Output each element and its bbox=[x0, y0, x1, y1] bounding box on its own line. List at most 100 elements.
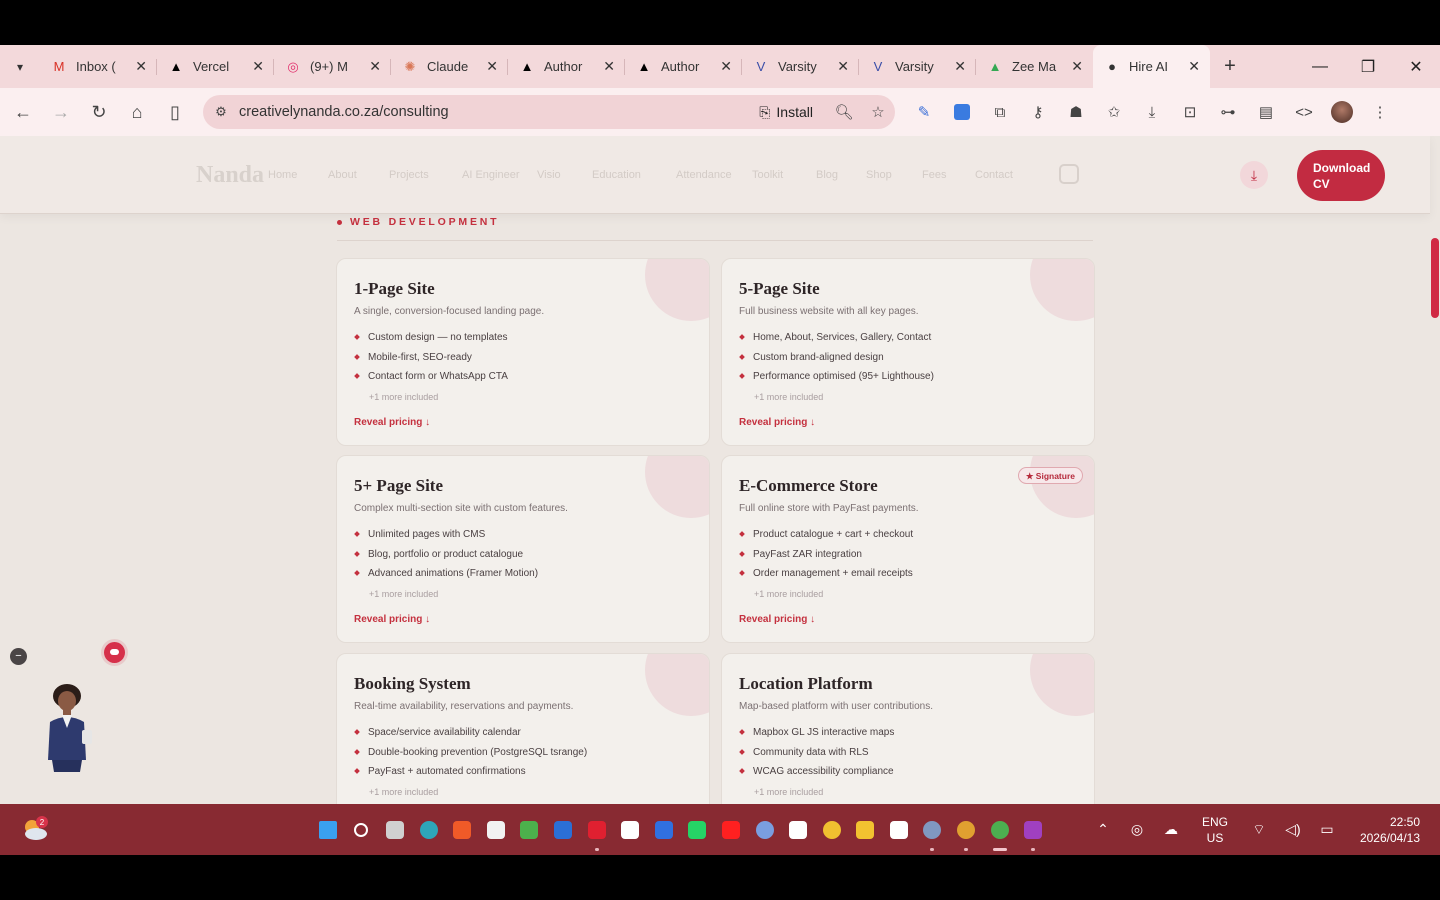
blue-extension-icon[interactable] bbox=[943, 88, 981, 136]
close-window-icon[interactable]: ✕ bbox=[1392, 45, 1440, 88]
nav-link[interactable]: About bbox=[328, 169, 357, 181]
app-grid-icon[interactable] bbox=[513, 804, 547, 855]
password-key-icon[interactable]: ⚷ bbox=[1019, 88, 1057, 136]
url-text[interactable]: creativelynanda.co.za/consulting bbox=[239, 104, 759, 120]
close-tab-icon[interactable]: ✕ bbox=[720, 58, 732, 75]
nav-link[interactable]: Shop bbox=[866, 169, 892, 181]
close-tab-icon[interactable]: ✕ bbox=[1188, 58, 1200, 75]
nav-link[interactable]: Fees bbox=[922, 169, 946, 181]
browser-tab[interactable]: ▲ Author ✕ bbox=[508, 45, 625, 88]
home-icon[interactable]: ⌂ bbox=[118, 93, 156, 131]
nav-link[interactable]: Toolkit bbox=[752, 169, 783, 181]
volume-icon[interactable]: ◁) bbox=[1276, 821, 1310, 838]
sidebar-panel-icon[interactable]: ▤ bbox=[1247, 88, 1285, 136]
bookmark-star-icon[interactable]: ☆ bbox=[861, 103, 895, 121]
screenshot-icon[interactable]: ⊡ bbox=[1171, 88, 1209, 136]
nav-link[interactable]: Education bbox=[592, 169, 641, 181]
nav-link[interactable]: Visio bbox=[537, 169, 561, 181]
minimize-widget-icon[interactable]: − bbox=[10, 648, 27, 665]
language-indicator[interactable]: ENG US bbox=[1188, 814, 1242, 846]
writer-icon[interactable] bbox=[613, 804, 647, 855]
nav-link[interactable]: AI Engineer bbox=[462, 169, 519, 181]
browser-tab[interactable]: ▲ Author ✕ bbox=[625, 45, 742, 88]
close-tab-icon[interactable]: ✕ bbox=[1071, 58, 1083, 75]
install-app-button[interactable]: ⎘ Install bbox=[759, 104, 813, 121]
browser-tab[interactable]: ● Hire AI ✕ bbox=[1093, 45, 1210, 88]
notes-icon[interactable] bbox=[647, 804, 681, 855]
chrome-icon[interactable] bbox=[949, 804, 983, 855]
split-view-icon[interactable]: ▯ bbox=[156, 93, 194, 131]
show-hidden-icons-chevron-icon[interactable]: ⌃ bbox=[1086, 821, 1120, 838]
tray-app-icon[interactable]: ◎ bbox=[1120, 821, 1154, 838]
store-icon[interactable] bbox=[479, 804, 513, 855]
link-icon[interactable]: ⊶ bbox=[1209, 88, 1247, 136]
wifi-icon[interactable]: ⌔ bbox=[1242, 821, 1276, 839]
site-logo[interactable]: Nanda bbox=[196, 162, 264, 189]
download-icon[interactable]: ⤓ bbox=[1133, 88, 1171, 136]
zoom-icon[interactable]: 🔍︎ bbox=[827, 103, 861, 121]
close-tab-icon[interactable]: ✕ bbox=[369, 58, 381, 75]
brave-icon[interactable] bbox=[445, 804, 479, 855]
reveal-pricing-link[interactable]: Reveal pricing ↓ bbox=[354, 417, 430, 428]
browser-menu-icon[interactable]: ⋮ bbox=[1361, 88, 1399, 136]
download-cv-button[interactable]: Download CV bbox=[1297, 150, 1385, 201]
close-tab-icon[interactable]: ✕ bbox=[486, 58, 498, 75]
browser-tab[interactable]: V Varsity ✕ bbox=[859, 45, 976, 88]
edge-icon[interactable] bbox=[412, 804, 446, 855]
chrome-icon[interactable] bbox=[983, 804, 1017, 855]
page-scrollbar-thumb[interactable] bbox=[1431, 238, 1439, 318]
close-tab-icon[interactable]: ✕ bbox=[837, 58, 849, 75]
browser-tab[interactable]: ▲ Vercel ✕ bbox=[157, 45, 274, 88]
file-explorer-icon[interactable] bbox=[849, 804, 883, 855]
close-tab-icon[interactable]: ✕ bbox=[135, 58, 147, 75]
close-tab-icon[interactable]: ✕ bbox=[252, 58, 264, 75]
forward-arrow-icon[interactable]: → bbox=[42, 93, 80, 131]
browser-tab[interactable]: ◎ (9+) M ✕ bbox=[274, 45, 391, 88]
word-icon[interactable] bbox=[546, 804, 580, 855]
site-info-icon[interactable]: ⚙ bbox=[203, 104, 239, 120]
browser-tab[interactable]: ✺ Claude ✕ bbox=[391, 45, 508, 88]
pen-extension-icon[interactable]: ✎ bbox=[905, 88, 943, 136]
nav-link[interactable]: Blog bbox=[816, 169, 838, 181]
settings-app-icon[interactable] bbox=[916, 804, 950, 855]
minimize-icon[interactable]: — bbox=[1296, 45, 1344, 88]
chrome-canary-icon[interactable] bbox=[815, 804, 849, 855]
chat-bubble-icon[interactable] bbox=[104, 642, 125, 663]
puzzle-extensions-icon[interactable]: ⧉ bbox=[981, 88, 1019, 136]
reload-icon[interactable]: ↻ bbox=[80, 93, 118, 131]
address-bar[interactable]: ⚙ creativelynanda.co.za/consulting ⎘ Ins… bbox=[203, 95, 895, 129]
document-icon[interactable] bbox=[781, 804, 815, 855]
onedrive-icon[interactable]: ☁ bbox=[1154, 821, 1188, 838]
nav-link[interactable]: Attendance bbox=[676, 169, 732, 181]
profile-avatar[interactable] bbox=[1323, 88, 1361, 136]
nav-link[interactable]: Contact bbox=[975, 169, 1013, 181]
close-tab-icon[interactable]: ✕ bbox=[603, 58, 615, 75]
devtools-code-icon[interactable]: <> bbox=[1285, 88, 1323, 136]
nav-link[interactable]: Home bbox=[268, 169, 297, 181]
restore-icon[interactable]: ❐ bbox=[1344, 45, 1392, 88]
battery-icon[interactable]: ▭ bbox=[1310, 821, 1344, 838]
close-tab-icon[interactable]: ✕ bbox=[954, 58, 966, 75]
browser-tab[interactable]: M Inbox (✕ bbox=[40, 45, 157, 88]
nav-link[interactable]: Projects bbox=[389, 169, 429, 181]
favorites-icon[interactable]: ✩ bbox=[1095, 88, 1133, 136]
whatsapp-icon[interactable] bbox=[681, 804, 715, 855]
incognito-icon[interactable]: ☗ bbox=[1057, 88, 1095, 136]
onenote-icon[interactable] bbox=[1016, 804, 1050, 855]
globe-app-icon[interactable] bbox=[748, 804, 782, 855]
notion-icon[interactable] bbox=[882, 804, 916, 855]
windows-start-icon[interactable] bbox=[311, 804, 345, 855]
reveal-pricing-link[interactable]: Reveal pricing ↓ bbox=[739, 614, 815, 625]
reveal-pricing-link[interactable]: Reveal pricing ↓ bbox=[739, 417, 815, 428]
weather-widget-icon[interactable]: 2 bbox=[20, 814, 50, 844]
download-cv-icon-button[interactable]: ⤓ bbox=[1240, 161, 1268, 189]
reveal-pricing-link[interactable]: Reveal pricing ↓ bbox=[354, 614, 430, 625]
task-view-icon[interactable] bbox=[378, 804, 412, 855]
new-tab-button[interactable]: + bbox=[1210, 55, 1250, 78]
browser-tab[interactable]: V Varsity ✕ bbox=[742, 45, 859, 88]
search-icon[interactable] bbox=[345, 804, 379, 855]
cart-icon[interactable] bbox=[1059, 164, 1079, 184]
browser-tab[interactable]: ▲ Zee Ma ✕ bbox=[976, 45, 1093, 88]
assistant-avatar-illustration[interactable] bbox=[38, 682, 96, 774]
tab-search-chevron-icon[interactable]: ▾ bbox=[0, 45, 40, 88]
